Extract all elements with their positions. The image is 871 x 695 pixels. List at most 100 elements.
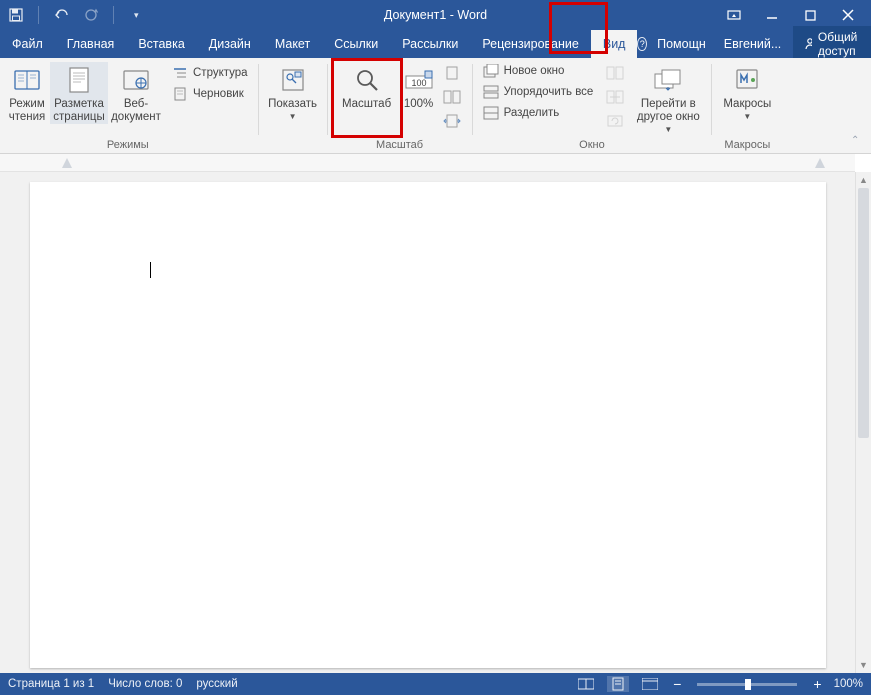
print-view-icon[interactable] [607,676,629,692]
zoom-out-button[interactable]: − [671,676,683,692]
group-zoom-label: Масштаб [376,137,423,153]
draft-label: Черновик [193,88,244,100]
new-window-icon [483,63,499,79]
read-mode-icon [11,64,43,96]
group-window: Новое окно Упорядочить все Разделить Пер… [473,62,712,153]
draft-icon [172,86,188,102]
new-window-label: Новое окно [504,65,565,77]
text-cursor [150,262,151,278]
print-layout-icon [63,64,95,96]
document-viewport[interactable] [0,172,855,673]
ribbon-tabs: Файл Главная Вставка Дизайн Макет Ссылки… [0,30,871,58]
web-layout-icon [120,64,152,96]
macros-label: Макросы [723,98,771,111]
reset-position-icon[interactable] [606,112,624,130]
switch-windows-button[interactable]: Перейти в другое окно ▼ [631,62,705,135]
qat-separator [113,6,114,24]
tell-me-label[interactable]: Помощн [651,37,712,51]
zoom-slider-knob[interactable] [745,679,751,690]
show-label: Показать [268,98,317,111]
arrange-all-icon [483,84,499,100]
redo-icon[interactable] [83,7,99,23]
ribbon-options-icon[interactable] [725,6,743,24]
web-view-icon[interactable] [639,676,661,692]
tab-file[interactable]: Файл [0,30,55,58]
scroll-up-icon[interactable]: ▲ [856,172,871,188]
read-mode-button[interactable]: Режим чтения [4,62,50,124]
zoom-level[interactable]: 100% [834,678,863,690]
title-bar: ▾ Документ1 - Word [0,0,871,30]
arrange-all-label: Упорядочить все [504,86,594,98]
share-label: Общий доступ [818,30,867,58]
tab-mailings[interactable]: Рассылки [390,30,470,58]
zoom-button[interactable]: Масштаб [336,62,398,111]
chevron-down-icon: ▼ [289,112,297,121]
print-layout-button[interactable]: Разметка страницы [50,62,108,124]
zoom-label: Масштаб [342,98,391,111]
share-icon [803,37,812,51]
document-page[interactable] [30,182,826,668]
page-width-icon[interactable] [443,112,461,130]
new-window-button[interactable]: Новое окно [479,62,598,80]
tell-me-icon[interactable]: ? [637,37,647,51]
maximize-icon[interactable] [801,6,819,24]
split-button[interactable]: Разделить [479,104,598,122]
web-layout-button[interactable]: Веб-документ [108,62,164,124]
group-show: Показать ▼ [259,62,327,153]
chevron-down-icon: ▼ [743,112,751,121]
minimize-icon[interactable] [763,6,781,24]
print-layout-label: Разметка страницы [51,98,107,124]
save-icon[interactable] [8,7,24,23]
switch-windows-icon [652,64,684,96]
qat-customize-icon[interactable]: ▾ [128,10,139,21]
show-button[interactable]: Показать ▼ [265,62,321,121]
horizontal-ruler[interactable] [0,154,855,172]
quick-access-toolbar: ▾ [0,6,139,24]
tab-view[interactable]: Вид [591,30,638,58]
scroll-thumb[interactable] [858,188,869,438]
vertical-scrollbar[interactable]: ▲ ▼ [855,172,871,673]
read-view-icon[interactable] [575,676,597,692]
side-by-side-icon[interactable] [606,64,624,82]
zoom-icon [351,64,383,96]
group-macros: Макросы ▼ Макросы [712,62,782,153]
ribbon: Режим чтения Разметка страницы Веб-докум… [0,58,871,154]
zoom-slider[interactable] [697,683,797,686]
tab-references[interactable]: Ссылки [322,30,390,58]
zoom-in-button[interactable]: + [811,676,823,692]
read-mode-label: Режим чтения [5,98,49,124]
close-icon[interactable] [839,6,857,24]
tab-layout[interactable]: Макет [263,30,322,58]
sync-scroll-icon[interactable] [606,88,624,106]
share-button[interactable]: Общий доступ [793,26,871,62]
multi-page-icon[interactable] [443,88,461,106]
draft-button[interactable]: Черновик [168,85,252,103]
macros-icon [731,64,763,96]
group-modes-label: Режимы [107,137,149,153]
zoom-100-label: 100% [404,98,433,111]
zoom-100-icon: 100 [403,64,435,96]
user-name[interactable]: Евгений... [716,37,790,51]
scroll-down-icon[interactable]: ▼ [856,657,871,673]
status-page[interactable]: Страница 1 из 1 [8,678,94,690]
macros-button[interactable]: Макросы ▼ [718,62,776,121]
undo-icon[interactable] [53,7,69,23]
arrange-all-button[interactable]: Упорядочить все [479,83,598,101]
zoom-100-button[interactable]: 100 100% [398,62,440,111]
scroll-track[interactable] [856,188,871,657]
outline-button[interactable]: Структура [168,64,252,82]
tab-review[interactable]: Рецензирование [470,30,591,58]
group-zoom: Масштаб 100 100% Масштаб [328,62,472,153]
switch-windows-label: Перейти в другое окно [632,98,704,124]
tab-insert[interactable]: Вставка [126,30,196,58]
collapse-ribbon-icon[interactable]: ⌃ [851,135,865,149]
outline-icon [172,65,188,81]
status-language[interactable]: русский [196,678,237,690]
tab-design[interactable]: Дизайн [197,30,263,58]
status-words[interactable]: Число слов: 0 [108,678,182,690]
show-icon [277,64,309,96]
tab-home[interactable]: Главная [55,30,127,58]
one-page-icon[interactable] [443,64,461,82]
document-area: ▲ ▼ [0,172,871,673]
window-controls [725,6,871,24]
